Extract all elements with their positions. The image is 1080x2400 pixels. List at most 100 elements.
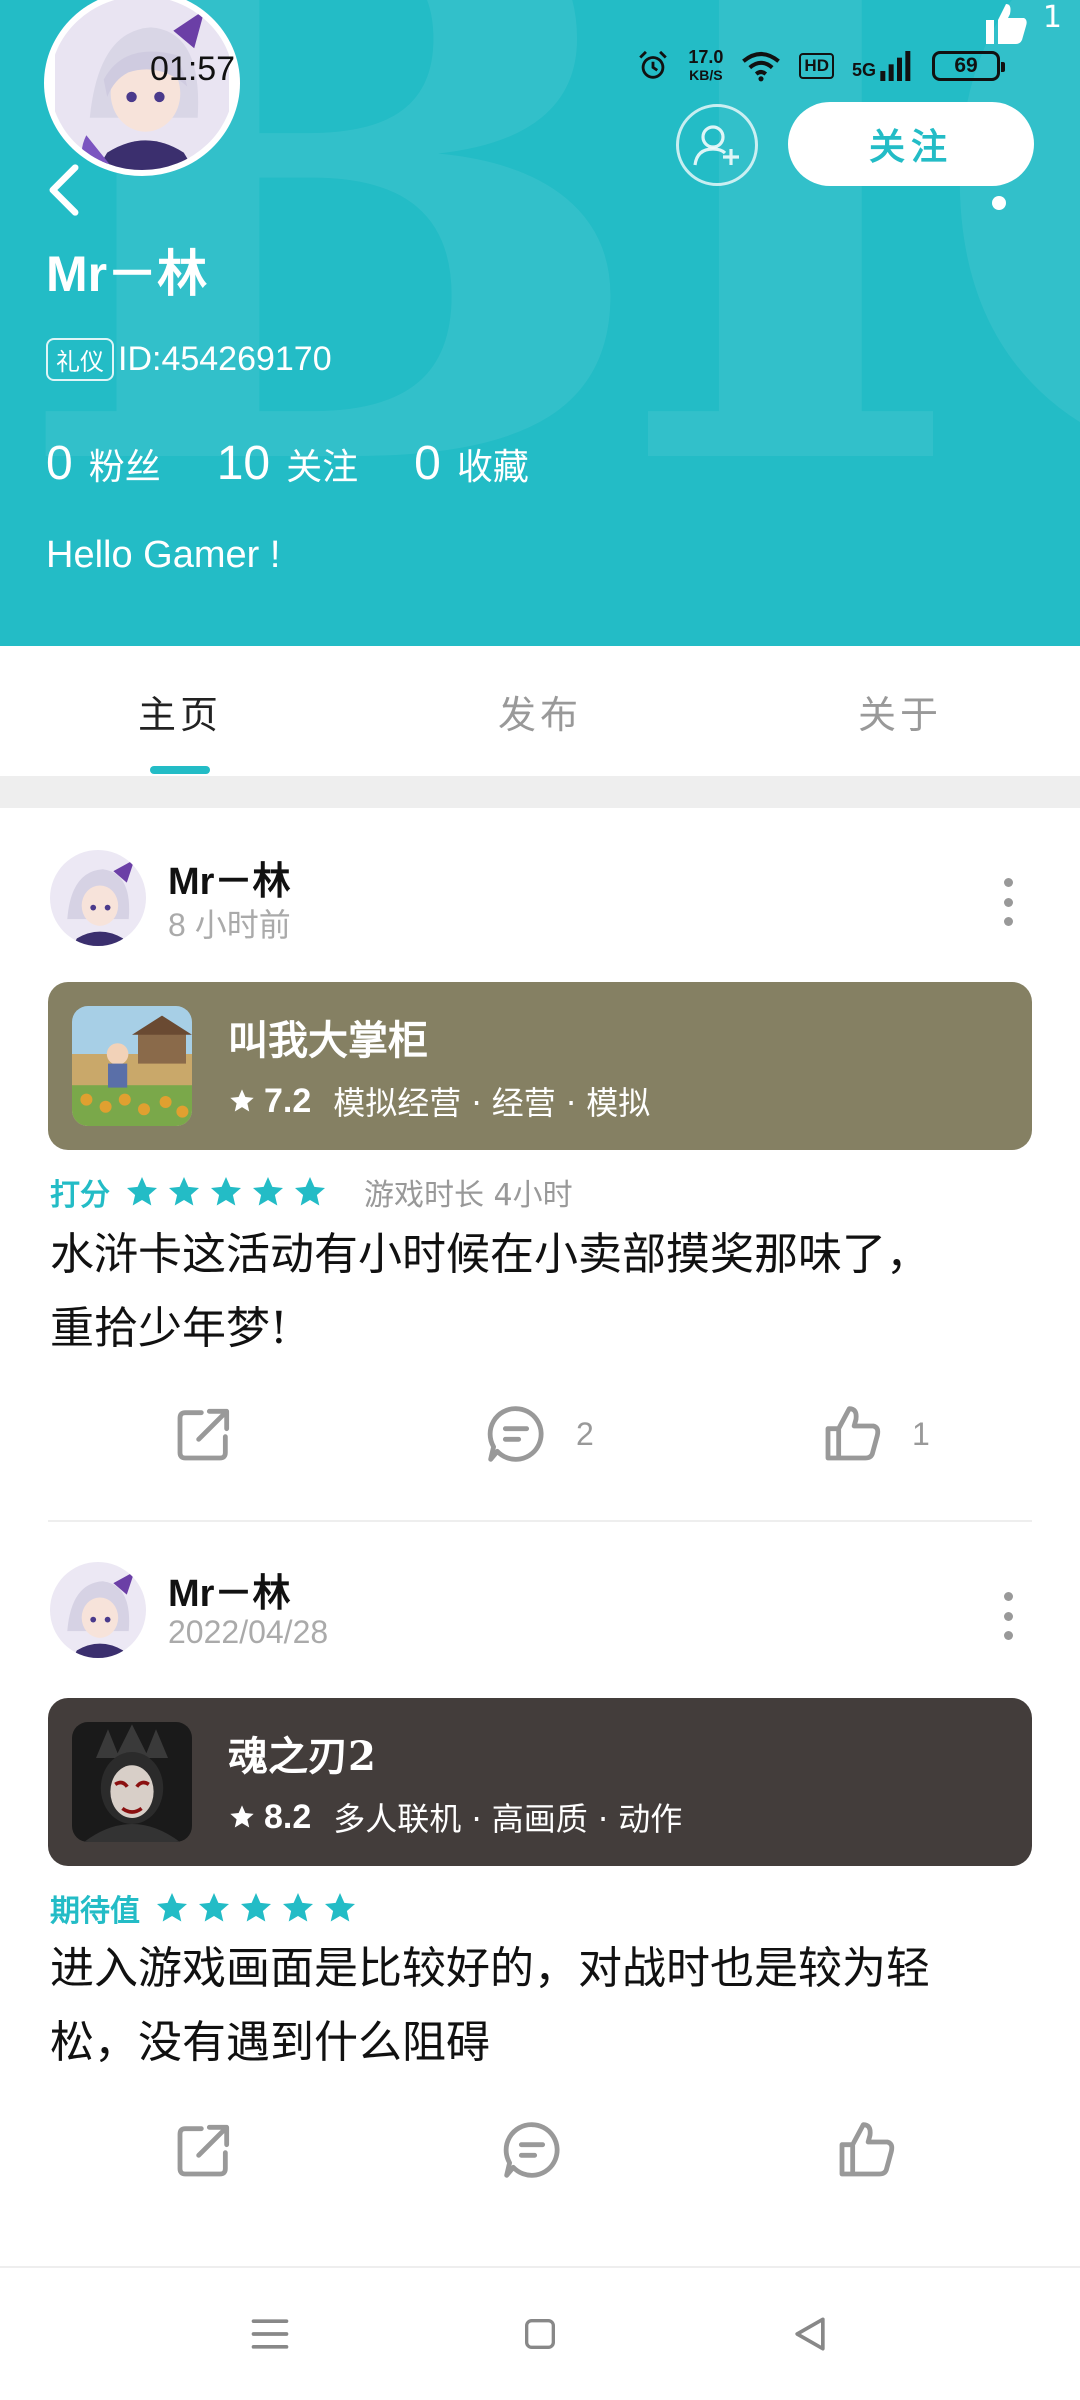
star-icon	[169, 1177, 199, 1206]
post-content-line: 重拾少年梦!	[50, 1303, 288, 1354]
game-info: 叫我大掌柜 7.2 模拟经营 · 经营 · 模拟	[228, 1008, 650, 1124]
more-options-button[interactable]	[996, 878, 1020, 926]
comment-button[interactable]	[500, 2118, 564, 2182]
tab-posts[interactable]: 发布	[360, 646, 720, 776]
post-author-name[interactable]: Mr－林	[168, 1562, 290, 1617]
stat-following-count: 10	[216, 437, 271, 490]
star-icon	[127, 1177, 157, 1206]
game-thumbnail	[72, 1722, 192, 1842]
game-title: 叫我大掌柜	[228, 1017, 428, 1064]
stat-following[interactable]: 10 关注	[217, 436, 358, 491]
add-user-icon	[693, 125, 739, 166]
profile-id: ID:454269170	[118, 340, 332, 378]
thumbs-up-icon	[825, 1406, 881, 1461]
star-icon	[295, 1177, 325, 1206]
header-like-count-value: 1	[1042, 0, 1062, 35]
stat-favorites-count: 0	[414, 437, 441, 490]
signal-indicator: 5G	[852, 51, 914, 81]
triangle-back-icon	[795, 2317, 825, 2351]
nav-home-button[interactable]	[510, 2304, 570, 2364]
comment-count: 2	[576, 1415, 594, 1452]
post-author-avatar[interactable]	[50, 1562, 146, 1658]
rating-stars	[154, 1890, 358, 1926]
comment-icon	[503, 2122, 560, 2178]
game-title: 魂之刃2	[228, 1733, 376, 1780]
menu-icon	[251, 2319, 289, 2349]
game-meta: 7.2 模拟经营 · 经营 · 模拟	[228, 1078, 650, 1124]
rating-row: 打分 游戏时长 4小时	[50, 1170, 573, 1214]
star-icon	[325, 1893, 355, 1922]
stat-favorites[interactable]: 0 收藏	[414, 436, 529, 491]
game-score: 8.2	[264, 1797, 312, 1836]
post-actions	[0, 2118, 1080, 2198]
star-icon	[283, 1893, 313, 1922]
like-count: 1	[912, 1415, 930, 1452]
post-time: 8 小时前	[168, 907, 291, 943]
post-content-line: 松，没有遇到什么阻碍	[50, 2017, 490, 2068]
post-content-line: 进入游戏画面是比较好的，对战时也是较为轻	[50, 1943, 930, 1994]
rating-label: 打分	[50, 1178, 110, 1213]
hd-badge: HD	[799, 53, 834, 79]
battery-indicator: 69	[932, 51, 1005, 81]
signal-icon	[880, 51, 911, 81]
wifi-icon	[742, 52, 781, 82]
profile-id-row: 礼仪 ID:454269170	[46, 338, 332, 381]
like-button[interactable]	[834, 2118, 898, 2182]
post-time: 2022/04/28	[168, 1614, 329, 1650]
thumbs-up-icon	[985, 4, 1027, 44]
star-icon	[211, 1177, 241, 1206]
section-divider	[0, 776, 1080, 808]
net-speed-value: 17.0	[688, 47, 724, 67]
game-cover-image	[72, 1722, 192, 1842]
profile-bio: Hello Gamer !	[46, 534, 281, 576]
profile-tabs: 主页 发布 关于	[0, 646, 1080, 776]
back-button[interactable]	[44, 162, 84, 218]
rating-stars	[124, 1174, 328, 1210]
stat-fans[interactable]: 0 粉丝	[46, 436, 161, 491]
more-options-button[interactable]	[996, 1592, 1020, 1640]
post-author-name[interactable]: Mr－林	[168, 850, 290, 905]
share-button[interactable]	[172, 1402, 236, 1466]
share-button[interactable]	[172, 2118, 236, 2182]
like-button[interactable]: 1	[820, 1402, 930, 1466]
game-card[interactable]: 魂之刃2 8.2 多人联机 · 高画质 · 动作	[48, 1698, 1032, 1866]
game-meta: 8.2 多人联机 · 高画质 · 动作	[228, 1794, 682, 1840]
header-like-count[interactable]: 1	[981, 0, 1062, 44]
stat-following-label: 关注	[286, 447, 359, 488]
stat-fans-count: 0	[46, 437, 73, 490]
tab-home[interactable]: 主页	[0, 646, 360, 776]
nav-menu-button[interactable]	[240, 2304, 300, 2364]
add-friend-button[interactable]	[676, 104, 758, 186]
share-icon	[177, 2124, 230, 2177]
post-author-avatar[interactable]	[50, 850, 146, 946]
post-actions: 2 1	[0, 1402, 1080, 1482]
rating-label: 期待值	[50, 1894, 140, 1929]
post-content[interactable]: 水浒卡这活动有小时候在小卖部摸奖那味了， 重拾少年梦!	[50, 1218, 1040, 1366]
game-card[interactable]: 叫我大掌柜 7.2 模拟经营 · 经营 · 模拟	[48, 982, 1032, 1150]
etiquette-badge[interactable]: 礼仪	[46, 338, 114, 381]
post-card: Mr－林 2022/04/28 魂之刃2 8.2 多人联机 · 高画质 · 动作	[0, 1522, 1080, 2262]
star-icon	[199, 1893, 229, 1922]
game-thumbnail	[72, 1006, 192, 1126]
avatar-image	[50, 1562, 146, 1658]
status-time: 01:57	[150, 50, 236, 88]
game-tags: 多人联机 · 高画质 · 动作	[333, 1800, 683, 1838]
alarm-icon	[639, 50, 668, 79]
star-icon	[241, 1893, 271, 1922]
post-content-line: 水浒卡这活动有小时候在小卖部摸奖那味了，	[50, 1229, 930, 1280]
game-cover-image	[72, 1006, 192, 1126]
star-icon	[230, 1805, 254, 1828]
tab-about[interactable]: 关于	[720, 646, 1080, 776]
playtime: 游戏时长 4小时	[364, 1178, 573, 1213]
follow-button[interactable]: 关注	[788, 102, 1034, 186]
comment-button[interactable]: 2	[484, 1402, 594, 1466]
post-content[interactable]: 进入游戏画面是比较好的，对战时也是较为轻 松，没有遇到什么阻碍	[50, 1932, 1040, 2080]
nav-back-button[interactable]	[780, 2304, 840, 2364]
share-icon	[177, 1408, 230, 1461]
game-info: 魂之刃2 8.2 多人联机 · 高画质 · 动作	[228, 1724, 682, 1840]
avatar-image	[50, 850, 146, 946]
game-score: 7.2	[264, 1081, 312, 1120]
status-icons: 17.0 KB/S HD 5G 69	[636, 47, 1005, 84]
star-icon	[253, 1177, 283, 1206]
star-icon	[230, 1089, 254, 1112]
